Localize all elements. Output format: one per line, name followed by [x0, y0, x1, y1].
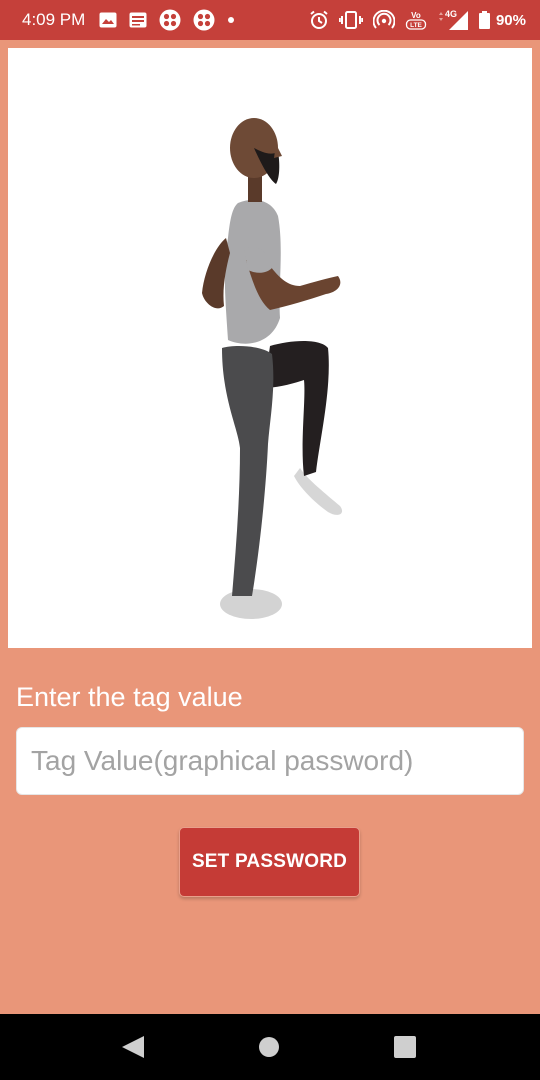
dot-icon — [227, 16, 235, 24]
animation-image — [8, 48, 532, 648]
battery-percent: 90% — [495, 11, 526, 29]
alarm-icon — [309, 10, 329, 30]
tag-label: Enter the tag value — [16, 682, 243, 712]
image-icon — [99, 12, 117, 28]
battery-icon — [478, 11, 490, 29]
svg-text:Vo: Vo — [411, 11, 421, 20]
hotspot-icon — [372, 10, 395, 30]
svg-text:4G: 4G — [445, 9, 457, 19]
home-icon[interactable] — [258, 1036, 280, 1063]
person-marching-illustration — [202, 118, 343, 619]
set-password-button[interactable]: SET PASSWORD — [179, 827, 360, 897]
tag-value-input[interactable] — [16, 727, 524, 795]
signal-icon: 4G — [437, 9, 469, 31]
svg-text:LTE: LTE — [410, 22, 422, 29]
status-right: Vo LTE 4G 90% — [309, 9, 526, 31]
back-icon[interactable] — [120, 1035, 146, 1064]
status-bar: 4:09 PM Vo LTE 4G 90% — [0, 0, 540, 40]
vibrate-icon — [338, 10, 363, 30]
news-icon — [129, 12, 147, 28]
app-icon — [159, 9, 181, 31]
volte-icon: Vo LTE — [405, 9, 427, 31]
status-time: 4:09 PM — [22, 10, 86, 29]
app-icon — [193, 9, 215, 31]
navigation-bar — [0, 1014, 540, 1080]
recents-icon[interactable] — [394, 1036, 416, 1063]
